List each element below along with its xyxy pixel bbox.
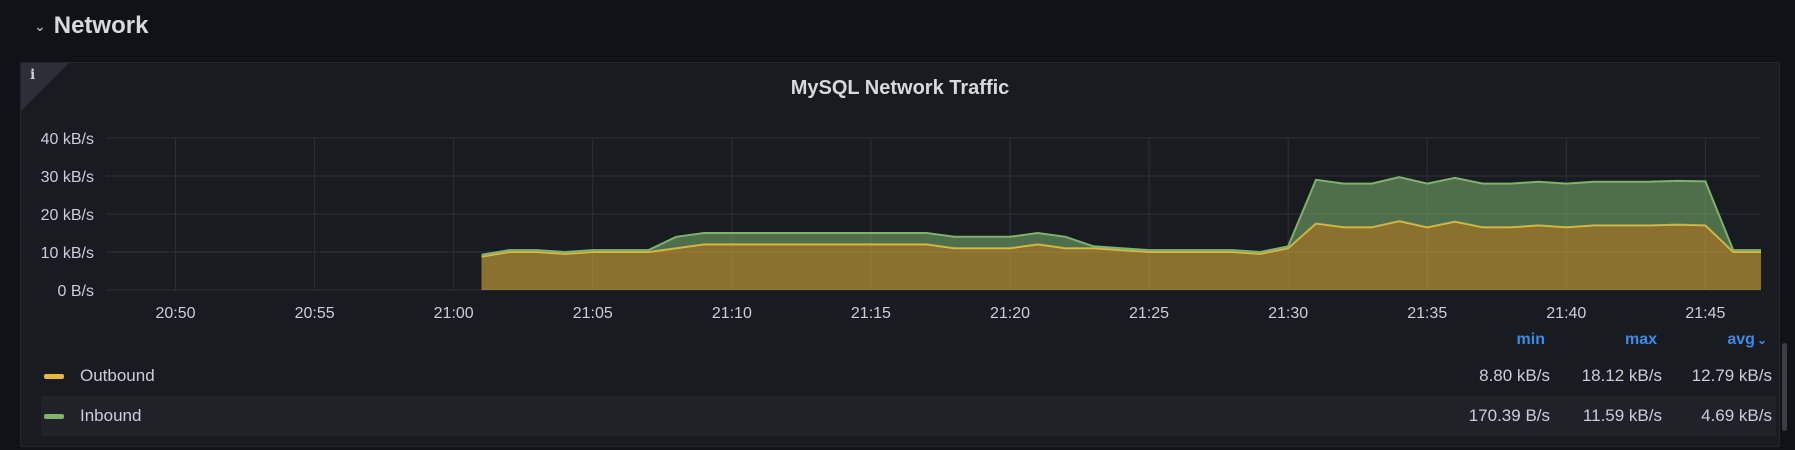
series-name[interactable]: Outbound bbox=[80, 366, 155, 386]
x-tick-label: 21:15 bbox=[851, 305, 891, 322]
stat-min: 8.80 kB/s bbox=[1479, 366, 1550, 385]
x-tick-label: 21:05 bbox=[573, 305, 613, 322]
stat-max: 18.12 kB/s bbox=[1581, 366, 1662, 385]
stat-avg: 12.79 kB/s bbox=[1691, 366, 1772, 385]
series-area-outbound bbox=[481, 221, 1761, 290]
legend-header-max[interactable]: max bbox=[1625, 331, 1657, 349]
stat-avg: 4.69 kB/s bbox=[1701, 406, 1772, 425]
x-tick-label: 21:35 bbox=[1407, 305, 1447, 322]
legend-scrollbar[interactable] bbox=[1782, 343, 1787, 431]
x-tick-label: 20:50 bbox=[156, 305, 196, 322]
y-tick-label: 0 B/s bbox=[58, 283, 94, 300]
x-tick-label: 21:40 bbox=[1546, 305, 1586, 322]
stat-max: 11.59 kB/s bbox=[1582, 406, 1662, 425]
y-tick-label: 20 kB/s bbox=[41, 207, 94, 224]
legend-header: min max avg ⌄ bbox=[1371, 331, 1771, 355]
x-tick-label: 21:30 bbox=[1268, 305, 1308, 322]
y-tick-label: 40 kB/s bbox=[41, 131, 94, 148]
row-title: Network bbox=[53, 12, 149, 39]
y-tick-label: 30 kB/s bbox=[41, 169, 94, 186]
chart-area[interactable]: 0 B/s 10 kB/s 20 kB/s 30 kB/s 40 kB/s 20:50 20… bbox=[21, 63, 1781, 323]
x-tick-label: 20:55 bbox=[295, 305, 335, 322]
x-tick-label: 21:25 bbox=[1129, 305, 1169, 322]
x-tick-label: 21:20 bbox=[990, 305, 1030, 322]
series-color-swatch[interactable] bbox=[44, 373, 64, 379]
chevron-down-icon[interactable]: ⌄ bbox=[34, 18, 46, 35]
series-name[interactable]: Inbound bbox=[80, 406, 141, 426]
legend-header-avg[interactable]: avg ⌄ bbox=[1727, 331, 1767, 349]
row-header[interactable]: ⌄ Network bbox=[34, 10, 148, 42]
stat-min: 170.39 B/s bbox=[1468, 406, 1550, 425]
x-tick-label: 21:00 bbox=[434, 305, 474, 322]
legend-row-outbound[interactable]: Outbound 8.80 kB/s 18.12 kB/s 12.79 kB/s bbox=[41, 356, 1776, 396]
x-tick-label: 21:10 bbox=[712, 305, 752, 322]
sort-desc-icon: ⌄ bbox=[1756, 333, 1767, 347]
x-tick-label: 21:45 bbox=[1685, 305, 1725, 322]
legend-header-min[interactable]: min bbox=[1517, 331, 1545, 349]
legend-row-inbound[interactable]: Inbound 170.39 B/s 11.59 kB/s 4.69 kB/s bbox=[41, 396, 1776, 436]
series-color-swatch[interactable] bbox=[44, 413, 64, 419]
graph-panel: i MySQL Network Traffic 0 B/s 10 kB/s 20 k… bbox=[20, 62, 1780, 447]
y-tick-label: 10 kB/s bbox=[41, 245, 94, 262]
